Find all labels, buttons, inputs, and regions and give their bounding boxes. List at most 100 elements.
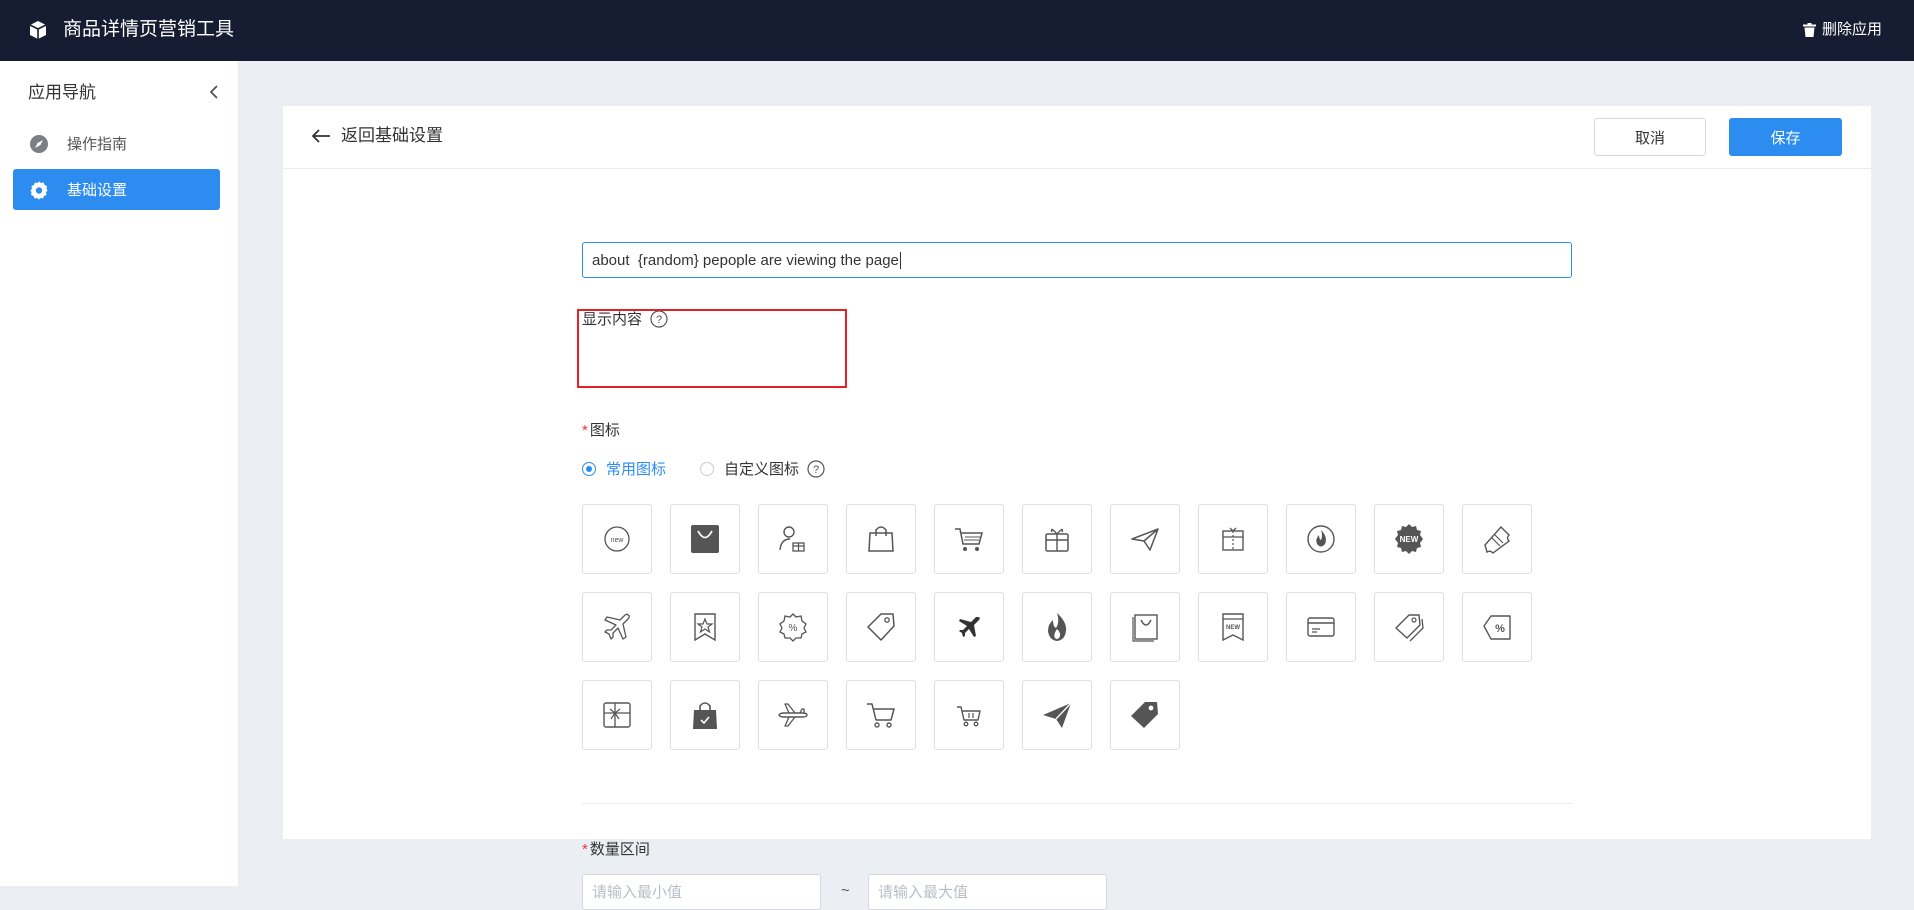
cart-outline-icon <box>867 703 895 728</box>
icon-option-discount-badge[interactable]: % <box>758 592 828 662</box>
range-label: 数量区间 <box>589 841 650 858</box>
cart-small-icon <box>957 706 981 727</box>
shopping-bag-icon <box>868 526 894 552</box>
icon-option-shopping-bag[interactable] <box>846 504 916 574</box>
icon-option-cart-small[interactable] <box>934 680 1004 750</box>
paper-plane-icon <box>1131 528 1159 551</box>
icon-option-flame-circle[interactable] <box>1286 504 1356 574</box>
sidebar-item-label: 基础设置 <box>67 182 128 199</box>
radio-label: 自定义图标 <box>724 461 800 478</box>
delete-app-button[interactable]: 删除应用 <box>1802 19 1882 41</box>
airplane-side-icon <box>778 703 808 727</box>
icon-option-tag-filled[interactable] <box>1110 680 1180 750</box>
cancel-button[interactable]: 取消 <box>1594 118 1706 156</box>
shopping-cart-icon <box>955 528 983 551</box>
icon-option-price-tag[interactable] <box>846 592 916 662</box>
percent-tag-icon: % <box>1483 615 1511 640</box>
new-label-icon: NEW <box>1222 613 1244 642</box>
save-button[interactable]: 保存 <box>1729 118 1842 156</box>
double-tag-icon <box>1395 614 1424 642</box>
icon-label-row: * 图标 <box>582 422 620 439</box>
help-icon[interactable]: ? <box>807 459 825 478</box>
chevron-left-icon[interactable] <box>206 83 224 101</box>
compass-icon <box>29 134 49 154</box>
radio-dot <box>582 461 596 476</box>
icon-option-gift-box[interactable] <box>1022 504 1092 574</box>
airplane-icon <box>604 613 630 640</box>
max-value-input[interactable] <box>868 874 1107 910</box>
tag-filled-icon <box>1131 702 1158 728</box>
content-input[interactable]: about {random} pepople are viewing the p… <box>582 242 1572 278</box>
top-bar: 商品详情页营销工具 删除应用 <box>0 0 1914 61</box>
paper-plane-filled-icon <box>1043 702 1072 728</box>
gift-box-outline-icon <box>1222 527 1244 551</box>
flame-circle-icon <box>1307 525 1335 553</box>
icon-option-bookmark-star[interactable] <box>670 592 740 662</box>
range-label-row: * 数量区间 <box>582 841 650 858</box>
icon-option-airplane-side[interactable] <box>758 680 828 750</box>
icon-option-percent-tag[interactable]: % <box>1462 592 1532 662</box>
fire-icon <box>1048 613 1067 641</box>
credit-card-icon <box>1307 617 1335 637</box>
icon-option-gift-card[interactable] <box>582 680 652 750</box>
back-link[interactable]: 返回基础设置 <box>311 124 443 148</box>
back-link-label: 返回基础设置 <box>341 126 443 145</box>
settings-panel: 返回基础设置 取消 保存 显示内容 ? about {random} pepop… <box>283 106 1871 910</box>
gear-icon <box>29 180 49 200</box>
bookmark-star-icon <box>694 613 716 642</box>
icon-option-ticket[interactable] <box>1462 504 1532 574</box>
icon-label: 图标 <box>589 422 620 439</box>
svg-text:?: ? <box>813 464 819 476</box>
icon-option-airplane-filled[interactable] <box>934 592 1004 662</box>
icon-type-radio-group: 常用图标 自定义图标 ? <box>582 458 825 479</box>
icon-option-new-label[interactable]: NEW <box>1198 592 1268 662</box>
icon-option-new-seal[interactable]: NEW <box>1374 504 1444 574</box>
sidebar-item-label: 操作指南 <box>67 136 128 153</box>
icon-option-credit-card[interactable] <box>1286 592 1356 662</box>
section-divider <box>582 803 1572 804</box>
sidebar-title: 应用导航 <box>28 83 96 102</box>
icon-option-new-badge[interactable]: new <box>582 504 652 574</box>
airplane-filled-icon <box>959 617 980 637</box>
icon-option-shopping-bag-check[interactable] <box>670 680 740 750</box>
icon-option-double-tag[interactable] <box>1374 592 1444 662</box>
icon-option-shopping-bag-square[interactable] <box>1110 592 1180 662</box>
panel-header: 返回基础设置 取消 保存 <box>283 106 1871 169</box>
trash-icon <box>1802 23 1816 37</box>
delete-app-label: 删除应用 <box>1821 21 1882 38</box>
icon-option-shopping-bag-filled[interactable] <box>670 504 740 574</box>
arrow-left-icon <box>311 129 330 143</box>
shopping-bag-filled-icon <box>691 525 719 553</box>
icon-option-cart-outline[interactable] <box>846 680 916 750</box>
icon-option-person-gift[interactable] <box>758 504 828 574</box>
icon-option-fire[interactable] <box>1022 592 1092 662</box>
icon-option-paper-plane-filled[interactable] <box>1022 680 1092 750</box>
icon-option-gift-box-outline[interactable] <box>1198 504 1268 574</box>
highlight-annotation <box>577 309 847 388</box>
svg-text:NEW: NEW <box>1400 535 1419 544</box>
radio-custom-icons[interactable]: 自定义图标 ? <box>700 458 825 479</box>
icon-option-shopping-cart[interactable] <box>934 504 1004 574</box>
person-gift-icon <box>779 526 805 552</box>
gift-card-icon <box>603 702 631 728</box>
sidebar-item-guide[interactable]: 操作指南 <box>13 123 220 164</box>
new-seal-icon: NEW <box>1395 524 1423 554</box>
discount-badge-icon: % <box>779 613 807 642</box>
radio-common-icons[interactable]: 常用图标 <box>582 458 666 479</box>
content-input-value: about {random} pepople are viewing the p… <box>592 251 899 269</box>
svg-text:new: new <box>611 537 625 544</box>
shopping-bag-check-icon <box>693 702 717 729</box>
svg-text:NEW: NEW <box>1226 625 1240 631</box>
price-tag-icon <box>867 613 895 641</box>
cube-icon <box>29 21 47 39</box>
icon-option-paper-plane[interactable] <box>1110 504 1180 574</box>
shopping-bag-square-icon <box>1132 614 1158 642</box>
icon-option-airplane[interactable] <box>582 592 652 662</box>
svg-text:%: % <box>1495 623 1505 635</box>
sidebar-item-basic-settings[interactable]: 基础设置 <box>13 169 220 210</box>
gift-box-icon <box>1045 528 1069 552</box>
app-title: 商品详情页营销工具 <box>63 19 235 40</box>
min-value-input[interactable] <box>582 874 821 910</box>
sidebar: 应用导航 操作指南 基础设置 <box>0 61 238 886</box>
range-separator: ~ <box>841 882 850 899</box>
